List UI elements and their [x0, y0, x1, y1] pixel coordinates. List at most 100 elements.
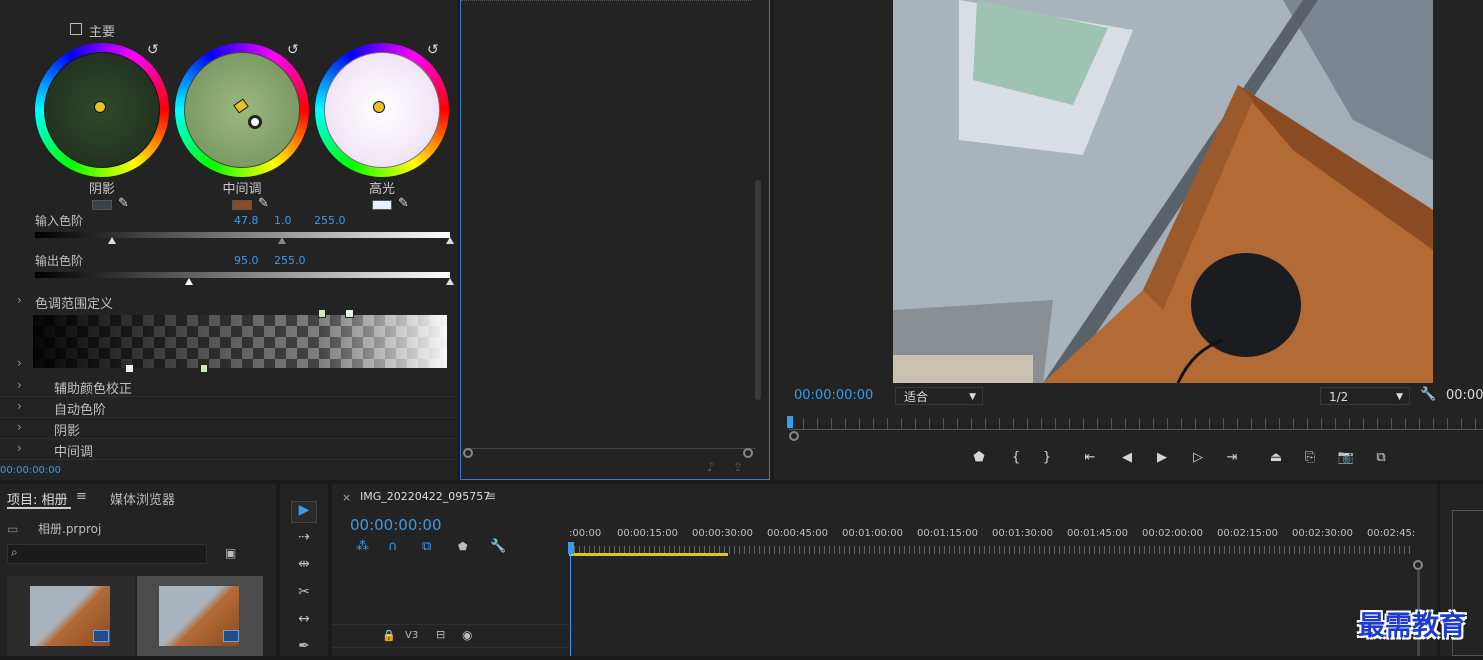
- output-levels-low[interactable]: 95.0: [234, 254, 259, 267]
- selection-tool-icon[interactable]: ▶: [291, 501, 317, 523]
- tone-range-chevron-icon[interactable]: ›: [17, 293, 22, 307]
- master-checkbox[interactable]: [70, 23, 82, 35]
- scroll-right-handle[interactable]: [743, 448, 753, 458]
- midtones-swatch[interactable]: [232, 200, 252, 210]
- project-tab[interactable]: 项目: 相册: [7, 489, 68, 508]
- razor-tool-icon[interactable]: ✂: [291, 584, 317, 606]
- program-scrubber[interactable]: [789, 418, 1483, 430]
- playhead-marker[interactable]: [787, 416, 793, 428]
- hidden-row-chevron-icon[interactable]: ›: [17, 356, 22, 370]
- section-auto-levels[interactable]: › 自动色阶: [0, 397, 458, 418]
- panel-top-dots: [461, 0, 751, 2]
- mark-in-button[interactable]: {: [1006, 450, 1026, 465]
- timeline-zoom-handle[interactable]: [1413, 560, 1423, 570]
- output-levels-label: 输出色阶: [35, 254, 84, 268]
- timeline-settings-wrench-icon[interactable]: 🔧: [490, 539, 506, 554]
- scroll-left-handle[interactable]: [463, 448, 473, 458]
- section-secondary-correction[interactable]: › 辅助颜色校正: [0, 376, 458, 397]
- snap-icon[interactable]: ⁂: [356, 539, 369, 554]
- ruler-label: 00:01:15:00: [917, 528, 979, 539]
- lock-icon[interactable]: 🔒: [382, 629, 396, 642]
- input-levels-low[interactable]: 47.8: [234, 214, 259, 227]
- zoom-dropdown[interactable]: 适合 ▼: [895, 387, 983, 405]
- step-back-button[interactable]: ◀: [1117, 450, 1137, 465]
- tone-range-bottom-handle-2[interactable]: [200, 364, 208, 373]
- section-shadows[interactable]: › 阴影: [0, 418, 458, 439]
- section-midtones[interactable]: › 中间调: [0, 439, 458, 460]
- track-v3-label[interactable]: V3: [405, 630, 418, 641]
- input-high-handle[interactable]: [446, 237, 454, 244]
- shadows-reset-icon[interactable]: ↺: [147, 42, 159, 58]
- video-frame-image: [893, 0, 1433, 383]
- input-levels-slider[interactable]: [35, 232, 450, 238]
- media-browser-tab[interactable]: 媒体浏览器: [110, 489, 175, 508]
- program-timecode[interactable]: 00:00:00:00: [794, 388, 873, 403]
- zoom-left-handle[interactable]: [789, 431, 799, 441]
- horizontal-scrollbar[interactable]: [465, 448, 755, 456]
- time-ruler[interactable]: :00:00 00:00:15:00 00:00:30:00 00:00:45:00 0…: [569, 528, 1419, 542]
- linked-selection-icon[interactable]: ∩: [388, 539, 398, 554]
- midtones-reset-icon[interactable]: ↺: [287, 42, 299, 58]
- shadows-wheel-puck[interactable]: [94, 101, 106, 113]
- lift-button[interactable]: ⏏: [1266, 450, 1286, 465]
- work-area-bar[interactable]: [569, 553, 728, 556]
- input-levels-mid[interactable]: 1.0: [274, 214, 292, 227]
- highlights-label: 高光: [368, 182, 395, 197]
- close-sequence-icon[interactable]: ×: [342, 491, 351, 504]
- ruler-label: 00:02:45:: [1367, 528, 1416, 539]
- add-marker-icon[interactable]: ⬟: [458, 540, 468, 553]
- timeline-timecode[interactable]: 00:00:00:00: [350, 516, 442, 534]
- pen-tool-icon[interactable]: ✒: [291, 638, 317, 660]
- resolution-dropdown[interactable]: 1/2 ▼: [1320, 387, 1410, 405]
- comparison-view-button[interactable]: ⧉: [1371, 450, 1391, 465]
- sync-lock-icon[interactable]: ⊟: [436, 628, 445, 641]
- input-levels-high[interactable]: 255.0: [314, 214, 346, 227]
- clip-thumbnail-1[interactable]: [7, 576, 135, 656]
- highlights-eyedropper-icon[interactable]: ✎: [398, 196, 409, 211]
- add-marker-button[interactable]: ⬟: [969, 450, 989, 465]
- output-low-handle[interactable]: [185, 278, 193, 285]
- ripple-edit-tool-icon[interactable]: ⇹: [291, 556, 317, 578]
- watermark: 最需教育: [1358, 611, 1466, 642]
- sequence-menu-icon[interactable]: ≡: [486, 489, 496, 503]
- highlights-reset-icon[interactable]: ↺: [427, 42, 439, 58]
- mark-out-button[interactable]: }: [1037, 450, 1057, 465]
- track-select-tool-icon[interactable]: ⇢: [291, 529, 317, 551]
- go-to-out-button[interactable]: ⇥: [1222, 450, 1242, 465]
- output-levels-high[interactable]: 255.0: [274, 254, 306, 267]
- play-button[interactable]: ▶: [1152, 450, 1172, 465]
- timeline-playhead[interactable]: [568, 542, 574, 554]
- slip-tool-icon[interactable]: ↔: [291, 611, 317, 633]
- new-bin-icon[interactable]: ▣: [225, 546, 236, 560]
- export-frame-button[interactable]: 📷: [1336, 450, 1356, 465]
- tone-range-bottom-handle-1[interactable]: [125, 364, 134, 373]
- export-icon[interactable]: ⇪: [733, 460, 743, 474]
- extract-button[interactable]: ⎘: [1300, 450, 1320, 465]
- input-low-handle[interactable]: [108, 237, 116, 244]
- step-forward-button[interactable]: ▷: [1188, 450, 1208, 465]
- shadows-eyedropper-icon[interactable]: ✎: [118, 196, 129, 211]
- settings-wrench-icon[interactable]: 🔧: [1420, 387, 1436, 402]
- clip-thumbnail-2[interactable]: [137, 576, 263, 656]
- input-mid-handle[interactable]: [278, 237, 286, 244]
- vertical-scrollbar[interactable]: [755, 180, 761, 400]
- highlights-wheel-puck[interactable]: [373, 101, 385, 113]
- nest-icon[interactable]: ⧉: [422, 539, 431, 554]
- project-search-input[interactable]: [7, 544, 207, 564]
- timeline-panel: × IMG_20220422_095757 ≡ 00:00:00:00 ⁂ ∩ …: [332, 484, 1437, 656]
- sequence-badge-icon: [223, 630, 239, 642]
- highlights-swatch[interactable]: [372, 200, 392, 210]
- eye-icon[interactable]: ◉: [462, 628, 472, 642]
- audio-icon[interactable]: ♪: [707, 460, 715, 474]
- output-levels-slider[interactable]: [35, 272, 450, 278]
- midtones-eyedropper-icon[interactable]: ✎: [258, 196, 269, 211]
- sequence-tab[interactable]: IMG_20220422_095757: [360, 490, 490, 503]
- output-high-handle[interactable]: [446, 278, 454, 285]
- tone-range-top-handle-1[interactable]: [318, 309, 326, 318]
- tone-range-top-handle-2[interactable]: [345, 309, 354, 318]
- project-tab-underline: [7, 507, 71, 509]
- chevron-right-icon: ›: [17, 420, 22, 434]
- shadows-swatch[interactable]: [92, 200, 112, 210]
- go-to-in-button[interactable]: ⇤: [1080, 450, 1100, 465]
- project-tab-menu-icon[interactable]: ≡: [76, 489, 87, 504]
